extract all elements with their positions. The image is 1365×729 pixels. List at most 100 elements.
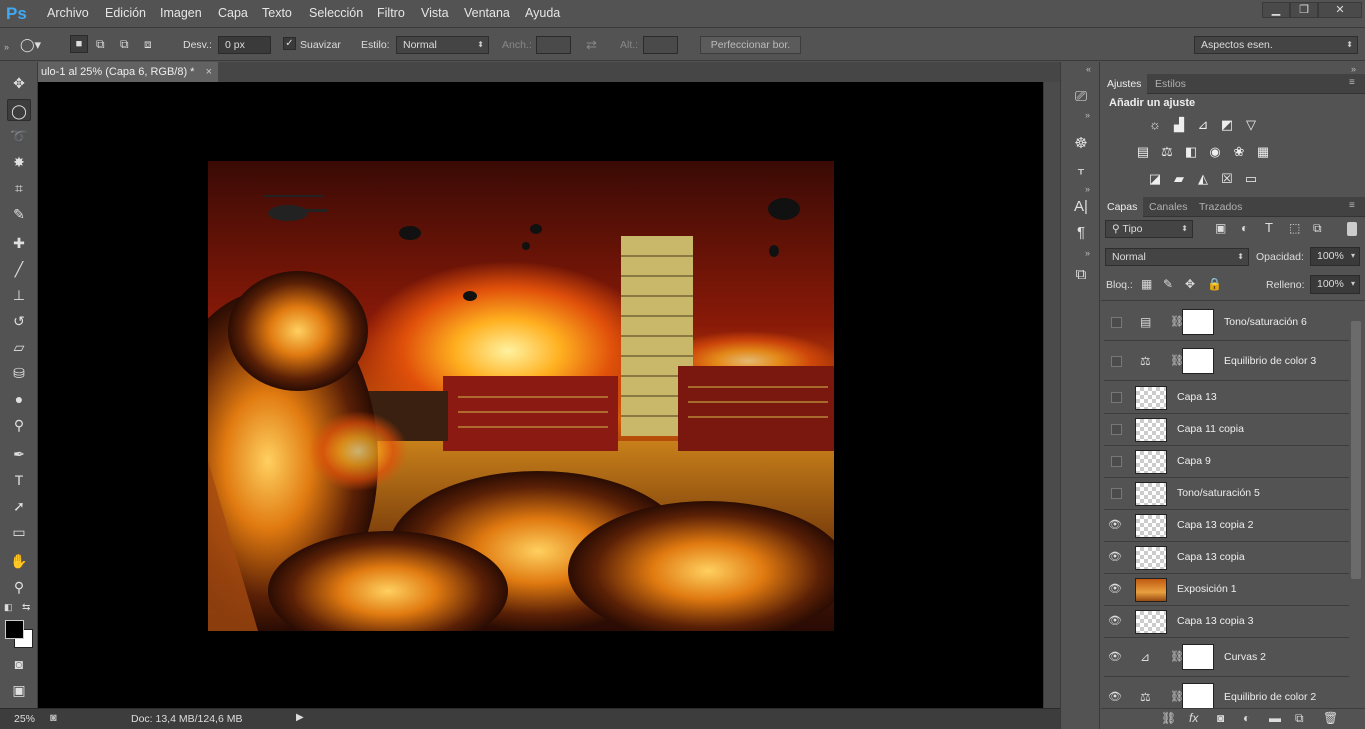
brush-presets-panel-icon[interactable]: ᚁ	[1069, 158, 1093, 180]
photo-filter-icon[interactable]: ◉	[1206, 144, 1224, 160]
tab-capas[interactable]: Capas	[1101, 197, 1144, 217]
layer-thumbnail[interactable]	[1135, 386, 1167, 410]
visibility-toggle[interactable]	[1111, 317, 1122, 328]
eraser-tool-icon[interactable]: ▱	[7, 336, 31, 358]
history-panel-icon[interactable]: ⎚	[1069, 86, 1093, 108]
menu-vista[interactable]: Vista	[421, 6, 449, 20]
expand-dock-icon[interactable]: «	[1086, 64, 1091, 74]
filter-smart-object-icon[interactable]: ⧉	[1313, 221, 1322, 236]
swap-icon[interactable]: ⇄	[586, 37, 597, 53]
character-panel-icon[interactable]: A|	[1069, 196, 1093, 218]
opacity-input[interactable]: 100% ▾	[1310, 247, 1360, 266]
eye-icon[interactable]: 👁	[1108, 650, 1122, 664]
layer-thumbnail[interactable]	[1135, 418, 1167, 442]
lasso-tool-icon[interactable]: ➰	[7, 125, 31, 147]
menu-filtro[interactable]: Filtro	[377, 6, 405, 20]
menu-seleccion[interactable]: Selección	[309, 6, 363, 20]
foreground-color-swatch[interactable]	[5, 620, 24, 639]
filter-type-icon[interactable]: T	[1265, 220, 1273, 235]
layer-name[interactable]: Capa 9	[1177, 455, 1211, 467]
hue-saturation-icon[interactable]: ▤	[1134, 144, 1152, 160]
layer-name[interactable]: Capa 13 copia	[1177, 551, 1245, 563]
layer-thumbnail[interactable]	[1135, 610, 1167, 634]
color-balance-icon[interactable]: ⚖	[1158, 144, 1176, 160]
blend-mode-select[interactable]: Normal ⬍	[1105, 248, 1249, 266]
default-colors-icon[interactable]: ◧	[4, 602, 13, 613]
menu-ventana[interactable]: Ventana	[464, 6, 510, 20]
filter-toggle-switch[interactable]	[1347, 222, 1357, 236]
filter-adjustment-icon[interactable]: ◐	[1241, 221, 1248, 235]
new-group-icon[interactable]: ▬	[1269, 711, 1281, 725]
layer-thumbnail[interactable]	[1135, 482, 1167, 506]
exposure-icon[interactable]: ◩	[1218, 117, 1236, 133]
link-layers-icon[interactable]: ⛓	[1161, 711, 1176, 725]
layer-row[interactable]: 👁 Capa 13 copia	[1104, 542, 1349, 574]
tab-trazados[interactable]: Trazados	[1193, 197, 1248, 217]
status-icon[interactable]: ◙	[50, 712, 57, 724]
eye-icon[interactable]: 👁	[1108, 690, 1122, 704]
layer-row[interactable]: 👁 ⊿ ⛓ Curvas 2	[1104, 638, 1349, 677]
quick-mask-icon[interactable]: ◙	[7, 653, 31, 675]
minimize-button[interactable]: ▁	[1262, 2, 1290, 18]
collapse-panels-icon[interactable]: »	[1351, 64, 1356, 74]
dodge-tool-icon[interactable]: ⚲	[7, 414, 31, 436]
layer-filter-select[interactable]: ⚲ Tipo ⬍	[1105, 220, 1193, 238]
layer-mask-thumbnail[interactable]	[1182, 683, 1214, 709]
levels-icon[interactable]: ▟	[1170, 117, 1188, 133]
paint-bucket-tool-icon[interactable]: ⛁	[7, 362, 31, 384]
dock-collapse-icon[interactable]: »	[1085, 110, 1090, 120]
clone-stamp-tool-icon[interactable]: ⊥	[7, 284, 31, 306]
visibility-toggle[interactable]	[1111, 424, 1122, 435]
layer-row[interactable]: Capa 9	[1104, 446, 1349, 478]
dock-collapse-icon-3[interactable]: »	[1085, 248, 1090, 258]
lock-transparent-icon[interactable]: ▦	[1141, 277, 1152, 291]
eye-icon[interactable]: 👁	[1108, 550, 1122, 564]
maximize-button[interactable]: ❐	[1290, 2, 1318, 18]
navigator-panel-icon[interactable]: ☸	[1069, 133, 1093, 155]
hand-tool-icon[interactable]: ✋	[7, 550, 31, 572]
visibility-toggle[interactable]	[1111, 488, 1122, 499]
menu-archivo[interactable]: Archivo	[47, 6, 89, 20]
chevron-down-icon[interactable]: ▾	[1351, 248, 1355, 264]
layer-mask-thumbnail[interactable]	[1182, 644, 1214, 670]
document-tab[interactable]: ulo-1 al 25% (Capa 6, RGB/8) * ×	[38, 62, 218, 82]
layer-name[interactable]: Tono/saturación 6	[1224, 316, 1307, 328]
tab-canales[interactable]: Canales	[1143, 197, 1194, 217]
visibility-toggle[interactable]	[1111, 392, 1122, 403]
zoom-tool-icon[interactable]: ⚲	[7, 576, 31, 598]
layer-name[interactable]: Capa 13 copia 3	[1177, 615, 1253, 627]
layer-thumbnail[interactable]	[1135, 578, 1167, 602]
collapse-toolbar-icon[interactable]: »	[4, 42, 9, 52]
magic-wand-tool-icon[interactable]: ✸	[7, 151, 31, 173]
invert-icon[interactable]: ◪	[1146, 171, 1164, 187]
lock-position-icon[interactable]: ✥	[1185, 277, 1195, 291]
layer-row[interactable]: ⚖ ⛓ Equilibrio de color 3	[1104, 342, 1349, 381]
layer-row[interactable]: 👁 Capa 13 copia 3	[1104, 606, 1349, 638]
width-input[interactable]	[536, 36, 571, 54]
color-lookup-icon[interactable]: ▦	[1254, 144, 1272, 160]
layer-name[interactable]: Capa 13 copia 2	[1177, 519, 1253, 531]
menu-ayuda[interactable]: Ayuda	[525, 6, 560, 20]
pen-tool-icon[interactable]: ✒	[7, 443, 31, 465]
layer-mask-thumbnail[interactable]	[1182, 309, 1214, 335]
canvas-area[interactable]	[38, 82, 1043, 708]
new-selection-icon[interactable]: ■	[70, 35, 88, 53]
paragraph-panel-icon[interactable]: ¶	[1069, 222, 1093, 244]
history-brush-tool-icon[interactable]: ↺	[7, 310, 31, 332]
3d-panel-icon[interactable]: ⧉	[1069, 264, 1093, 286]
selective-color-icon[interactable]: ☒	[1218, 171, 1236, 187]
elliptical-marquee-tool-icon[interactable]: ◯	[7, 99, 31, 121]
status-menu-arrow-icon[interactable]: ▶	[296, 712, 304, 723]
canvas-vertical-scrollbar[interactable]	[1043, 82, 1060, 708]
channel-mixer-icon[interactable]: ❀	[1230, 144, 1248, 160]
layer-thumbnail[interactable]	[1135, 514, 1167, 538]
panel-menu-icon[interactable]: ≡	[1349, 77, 1355, 88]
healing-brush-tool-icon[interactable]: ✚	[7, 232, 31, 254]
blur-tool-icon[interactable]: ●	[7, 388, 31, 410]
move-tool-icon[interactable]: ✥	[7, 72, 31, 94]
posterize-icon[interactable]: ▰	[1170, 171, 1188, 187]
filter-shape-icon[interactable]: ⬚	[1289, 221, 1300, 235]
swap-colors-icon[interactable]: ⇆	[22, 602, 30, 613]
filter-pixel-icon[interactable]: ▣	[1215, 221, 1226, 235]
brush-tool-icon[interactable]: ╱	[7, 258, 31, 280]
